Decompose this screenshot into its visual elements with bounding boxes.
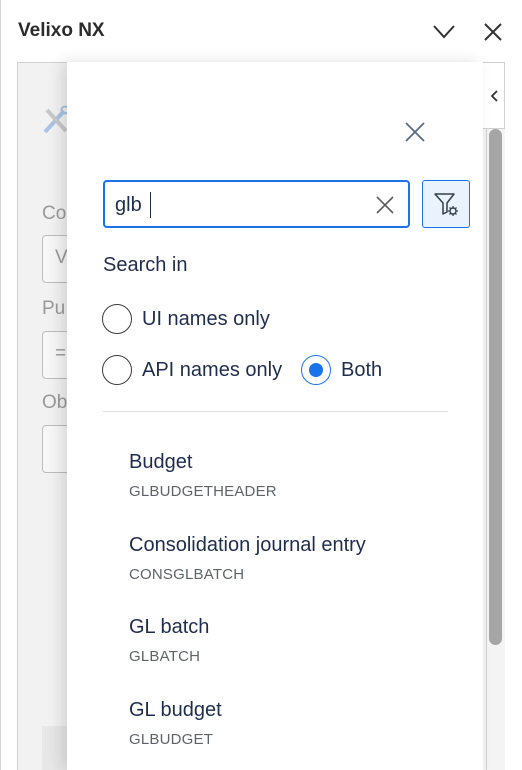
radio-circle (102, 355, 132, 385)
underlying-label-3: Ob (42, 392, 68, 413)
radio-api-names-only[interactable]: API names only (102, 355, 282, 385)
scrollbar-thumb[interactable] (489, 129, 502, 645)
radio-dot (309, 363, 323, 377)
pane-header: Velixo NX (1, 0, 522, 62)
text-caret (150, 192, 151, 218)
radio-circle (102, 304, 132, 334)
search-input[interactable] (115, 191, 365, 219)
task-pane: Velixo NX Co V Pu = Ob glb Search in UI … (0, 0, 522, 770)
close-icon (405, 122, 425, 142)
divider (103, 411, 448, 412)
filter-settings-icon (434, 193, 458, 216)
clear-icon (376, 196, 394, 214)
result-title: GL batch (129, 616, 210, 638)
underlying-label-1: Co (42, 203, 67, 224)
tools-icon (43, 105, 70, 134)
result-api-name: CONSGLBATCH (129, 566, 245, 583)
radio-both[interactable]: Both (301, 355, 382, 385)
radio-circle-checked (301, 355, 331, 385)
result-title: Consolidation journal entry (129, 534, 366, 556)
search-panel-close-button[interactable] (401, 118, 429, 146)
radio-label: Both (341, 358, 383, 381)
chevron-left-icon (490, 89, 498, 102)
result-title: Budget (129, 451, 193, 473)
search-in-heading: Search in (103, 254, 188, 276)
radio-ui-names-only[interactable]: UI names only (102, 304, 270, 334)
result-api-name: GLBUDGETHEADER (129, 483, 277, 500)
radio-label: API names only (142, 358, 283, 381)
result-item[interactable]: GL budget GLBUDGET (129, 699, 459, 748)
close-icon (484, 23, 502, 41)
result-title: GL budget (129, 699, 222, 721)
radio-label: UI names only (142, 307, 270, 330)
search-box (103, 180, 410, 228)
search-panel: Search in UI names only API names only B… (67, 62, 483, 770)
filter-settings-button[interactable] (422, 180, 470, 228)
underlying-label-2: Pu (42, 298, 66, 319)
pane-options-button[interactable] (430, 18, 458, 46)
result-api-name: GLBATCH (129, 648, 201, 665)
clear-search-button[interactable] (373, 193, 397, 217)
result-item[interactable]: GL batch GLBATCH (129, 616, 459, 665)
result-item[interactable]: Budget GLBUDGETHEADER (129, 451, 459, 500)
pane-title: Velixo NX (18, 20, 105, 41)
chevron-down-icon (433, 25, 455, 39)
collapse-tab-button[interactable] (483, 62, 505, 129)
result-item[interactable]: Consolidation journal entry CONSGLBATCH (129, 534, 459, 583)
result-api-name: GLBUDGET (129, 731, 214, 748)
pane-close-button[interactable] (479, 18, 507, 46)
